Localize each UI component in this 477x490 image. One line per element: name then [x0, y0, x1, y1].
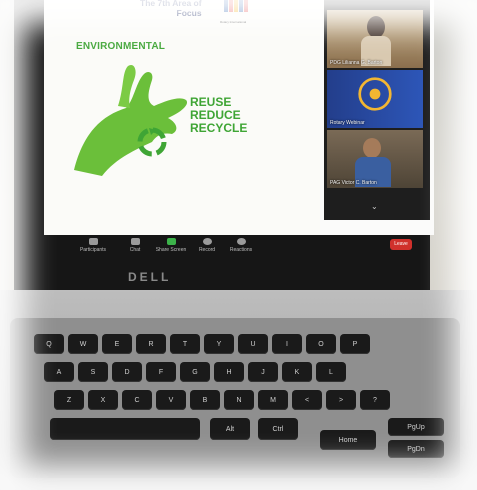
keyboard-key[interactable]: B	[190, 390, 220, 410]
chevron-down-icon[interactable]: ⌄	[371, 202, 378, 211]
photo-scene: The 7th Area of Focus Rotary Internation…	[0, 0, 477, 490]
avatar	[363, 138, 381, 158]
keyboard-key[interactable]: H	[214, 362, 244, 382]
ctrl-key[interactable]: Ctrl	[258, 418, 298, 440]
record-icon	[202, 238, 212, 245]
reactions-label: Reactions	[229, 247, 253, 253]
participants-icon	[88, 238, 98, 245]
video-tile[interactable]: PAG Victor C. Barton	[327, 130, 423, 188]
space-bar[interactable]	[50, 418, 200, 440]
keyboard: Q W E R T Y U I O P A S D F G H J K L Z …	[10, 318, 460, 478]
keyboard-key[interactable]: G	[180, 362, 210, 382]
home-key[interactable]: Home	[320, 430, 376, 450]
keyboard-key[interactable]: K	[282, 362, 312, 382]
record-button[interactable]: Record	[190, 238, 224, 253]
share-screen-label: Share Screen	[155, 247, 187, 253]
keyboard-key[interactable]: Q	[34, 334, 64, 354]
keyboard-key[interactable]: V	[156, 390, 186, 410]
keyboard-key[interactable]: X	[88, 390, 118, 410]
keyboard-key[interactable]: C	[122, 390, 152, 410]
slide-heading-line1: The 7th Area of	[140, 0, 202, 8]
keyboard-key[interactable]: S	[78, 362, 108, 382]
participants-label: Participants	[79, 247, 107, 253]
participant-name: PAG Victor C. Barton	[330, 180, 377, 186]
alt-key[interactable]: Alt	[210, 418, 250, 440]
participant-name: PDG Lilianna G. Barton	[330, 60, 383, 66]
slide-logo-caption: Rotary International	[220, 20, 247, 24]
avatar	[367, 16, 385, 38]
keyboard-key[interactable]: M	[258, 390, 288, 410]
rotary-logo-icon	[224, 0, 248, 12]
chat-label: Chat	[129, 247, 141, 253]
video-tile[interactable]: Rotary Webinar	[327, 70, 423, 128]
keyboard-key[interactable]: L	[316, 362, 346, 382]
keyboard-key[interactable]: Y	[204, 334, 234, 354]
rrr-recycle: RECYCLE	[190, 121, 248, 135]
laptop-bezel: The 7th Area of Focus Rotary Internation…	[14, 0, 434, 300]
pgup-key[interactable]: PgUp	[388, 418, 444, 436]
laptop-screen: The 7th Area of Focus Rotary Internation…	[44, 0, 434, 235]
pgdn-key[interactable]: PgDn	[388, 440, 444, 458]
keyboard-key[interactable]: J	[248, 362, 278, 382]
dell-logo: DELL	[128, 270, 172, 284]
green-hand-recycle-icon	[74, 64, 188, 176]
keyboard-key[interactable]: <	[292, 390, 322, 410]
meeting-toolbar: Participants Chat Share Screen Record Re…	[14, 235, 430, 259]
keyboard-key[interactable]: D	[112, 362, 142, 382]
slide-heading-line2: Focus	[176, 8, 202, 18]
keyboard-key[interactable]: ?	[360, 390, 390, 410]
record-label: Record	[198, 247, 216, 253]
keyboard-key[interactable]: A	[44, 362, 74, 382]
keyboard-key[interactable]: >	[326, 390, 356, 410]
presentation-slide: The 7th Area of Focus Rotary Internation…	[44, 0, 320, 235]
reactions-icon	[236, 238, 246, 245]
leave-button[interactable]: Leave	[390, 239, 412, 250]
keyboard-key[interactable]: O	[306, 334, 336, 354]
chat-button[interactable]: Chat	[118, 238, 152, 253]
keyboard-key[interactable]: Z	[54, 390, 84, 410]
keyboard-key[interactable]: N	[224, 390, 254, 410]
rotary-wheel-icon	[358, 77, 392, 111]
slide-heading: The 7th Area of Focus	[140, 0, 202, 18]
keyboard-key[interactable]: E	[102, 334, 132, 354]
keyboard-key[interactable]: U	[238, 334, 268, 354]
keyboard-key[interactable]: P	[340, 334, 370, 354]
share-screen-button[interactable]: Share Screen	[154, 238, 188, 253]
chat-icon	[130, 238, 140, 245]
video-gallery-panel[interactable]: PDG Lilianna G. Barton Rotary Webinar PA…	[324, 0, 430, 220]
participant-name: Rotary Webinar	[330, 120, 365, 126]
reactions-button[interactable]: Reactions	[224, 238, 258, 253]
video-tile[interactable]: PDG Lilianna G. Barton	[327, 10, 423, 68]
keyboard-key[interactable]: I	[272, 334, 302, 354]
participants-button[interactable]: Participants	[76, 238, 110, 253]
keyboard-key[interactable]: F	[146, 362, 176, 382]
keyboard-key[interactable]: T	[170, 334, 200, 354]
reuse-reduce-recycle-text: REUSE REDUCE RECYCLE	[190, 96, 247, 135]
keyboard-key[interactable]: W	[68, 334, 98, 354]
share-screen-icon	[166, 238, 176, 245]
keyboard-key[interactable]: R	[136, 334, 166, 354]
environmental-title: ENVIRONMENTAL	[76, 41, 166, 52]
